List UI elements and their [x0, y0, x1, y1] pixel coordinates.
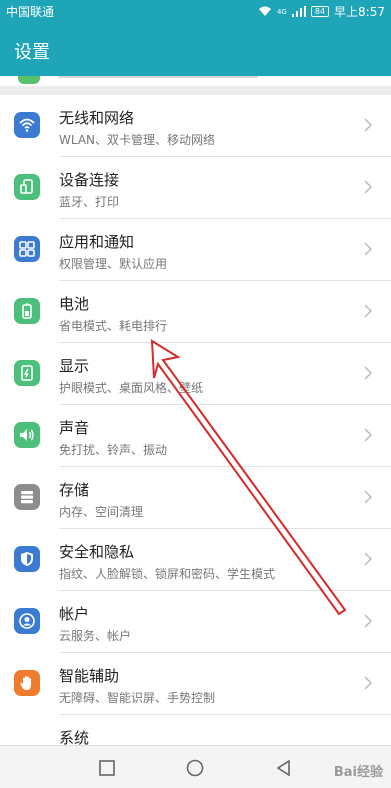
chevron-right-icon: [364, 490, 373, 504]
item-label: 系统: [59, 729, 90, 745]
settings-item-account[interactable]: 帐户 云服务、帐户: [0, 591, 391, 653]
settings-item-device-connection[interactable]: 设备连接 蓝牙、打印: [0, 157, 391, 219]
item-subtitle: 省电模式、耗电排行: [59, 319, 168, 333]
chevron-right-icon: [364, 614, 373, 628]
partial-label: [58, 76, 258, 78]
settings-item-security[interactable]: 安全和隐私 指纹、人脸解锁、锁屏和密码、学生模式: [0, 529, 391, 591]
back-icon[interactable]: [274, 758, 294, 778]
settings-item-sound[interactable]: 声音 免打扰、铃声、振动: [0, 405, 391, 467]
item-label: 智能辅助: [59, 667, 120, 685]
item-label: 电池: [59, 295, 90, 313]
item-label: 显示: [59, 357, 90, 375]
settings-item-wireless[interactable]: 无线和网络 WLAN、双卡管理、移动网络: [0, 95, 391, 157]
item-subtitle: 内存、空间清理: [59, 505, 144, 519]
item-label: 应用和通知: [59, 233, 135, 251]
settings-item-apps[interactable]: 应用和通知 权限管理、默认应用: [0, 219, 391, 281]
item-subtitle: 护眼模式、桌面风格、壁纸: [59, 381, 204, 395]
chevron-right-icon: [364, 676, 373, 690]
item-label: 安全和隐私: [59, 543, 135, 561]
chevron-right-icon: [364, 428, 373, 442]
item-label: 声音: [59, 419, 90, 437]
status-bar: 中国联通 4G 84 早上8:57: [0, 0, 391, 22]
account-icon: [14, 608, 40, 634]
app-bar: 设置: [0, 22, 391, 76]
chevron-right-icon: [364, 242, 373, 256]
battery-status: 84: [310, 6, 330, 17]
settings-item-battery[interactable]: 电池 省电模式、耗电排行: [0, 281, 391, 343]
chevron-right-icon: [364, 552, 373, 566]
settings-item-display[interactable]: 显示 护眼模式、桌面风格、壁纸: [0, 343, 391, 405]
chevron-right-icon: [364, 304, 373, 318]
item-label: 设备连接: [59, 171, 120, 189]
battery-icon: [14, 298, 40, 324]
item-label: 存储: [59, 481, 90, 499]
apps-icon: [14, 236, 40, 262]
settings-list: 无线和网络 WLAN、双卡管理、移动网络 设备连接 蓝牙、打印 应用和通知 权限…: [0, 95, 391, 745]
signal-icon: [291, 6, 306, 17]
hand-icon: [14, 670, 40, 696]
storage-icon: [14, 484, 40, 510]
item-subtitle: 免打扰、铃声、振动: [59, 443, 168, 457]
clock: 早上8:57: [334, 5, 385, 19]
wifi-icon: [14, 112, 40, 138]
item-subtitle: WLAN、双卡管理、移动网络: [59, 133, 216, 147]
scrolled-item-peek: [0, 76, 391, 86]
item-subtitle: 权限管理、默认应用: [59, 257, 168, 271]
page-title: 设置: [14, 42, 50, 63]
shield-icon: [14, 546, 40, 572]
item-label: 帐户: [59, 605, 90, 623]
home-icon[interactable]: [185, 758, 205, 778]
navigation-bar: [0, 745, 391, 788]
item-subtitle: 无障碍、智能识屏、手势控制: [59, 691, 216, 705]
network-type: 4G: [276, 7, 287, 16]
settings-item-storage[interactable]: 存储 内存、空间清理: [0, 467, 391, 529]
item-label: 无线和网络: [59, 109, 135, 127]
wifi-status-icon: [258, 6, 271, 16]
item-subtitle: 蓝牙、打印: [59, 195, 120, 209]
chevron-right-icon: [364, 180, 373, 194]
chevron-right-icon: [364, 366, 373, 380]
item-subtitle: 指纹、人脸解锁、锁屏和密码、学生模式: [59, 567, 276, 581]
carrier-name: 中国联通: [6, 5, 55, 19]
display-icon: [14, 360, 40, 386]
partial-icon: [18, 76, 40, 84]
recent-apps-icon[interactable]: [97, 758, 117, 778]
watermark: Bai经验: [333, 765, 383, 780]
device-connection-icon: [14, 174, 40, 200]
chevron-right-icon: [364, 118, 373, 132]
settings-item-smart-assist[interactable]: 智能辅助 无障碍、智能识屏、手势控制: [0, 653, 391, 715]
status-icons: 4G 84 早上8:57: [258, 3, 385, 20]
sound-icon: [14, 422, 40, 448]
item-subtitle: 云服务、帐户: [59, 629, 132, 643]
settings-item-system[interactable]: 系统: [0, 715, 391, 745]
